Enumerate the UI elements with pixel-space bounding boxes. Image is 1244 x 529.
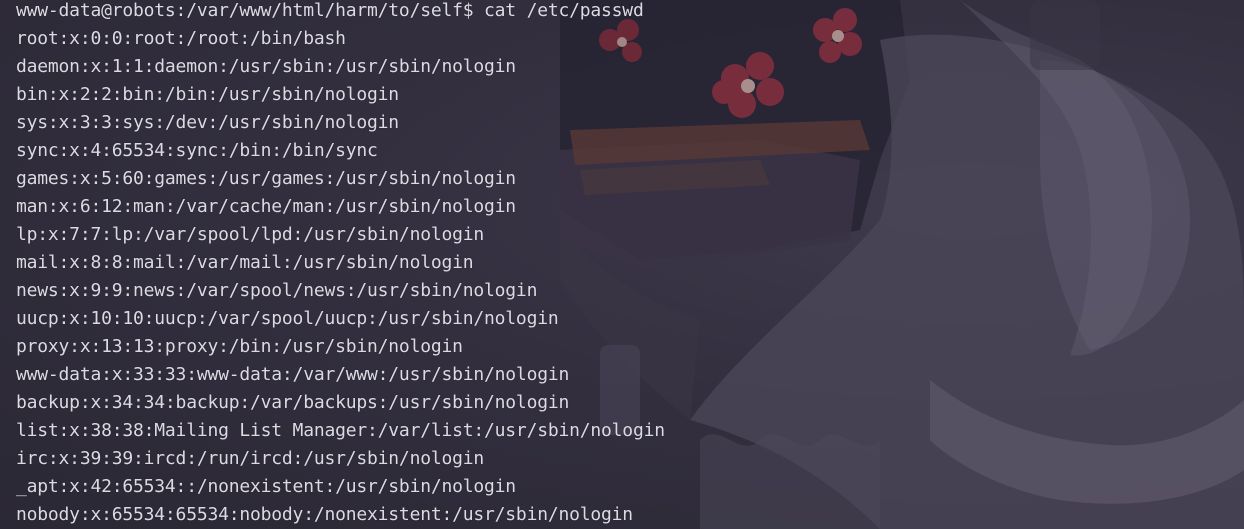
output-line: root:x:0:0:root:/root:/bin/bash [16, 28, 346, 49]
output-line: irc:x:39:39:ircd:/run/ircd:/usr/sbin/nol… [16, 448, 485, 469]
output-line: uucp:x:10:10:uucp:/var/spool/uucp:/usr/s… [16, 308, 559, 329]
output-line: man:x:6:12:man:/var/cache/man:/usr/sbin/… [16, 196, 516, 217]
output-line: sys:x:3:3:sys:/dev:/usr/sbin/nologin [16, 112, 399, 133]
output-line: bin:x:2:2:bin:/bin:/usr/sbin/nologin [16, 84, 399, 105]
output-line: list:x:38:38:Mailing List Manager:/var/l… [16, 420, 665, 441]
output-line: mail:x:8:8:mail:/var/mail:/usr/sbin/nolo… [16, 252, 474, 273]
terminal-window[interactable]: www-data@robots:/var/www/html/harm/to/se… [0, 0, 1244, 529]
output-line: lp:x:7:7:lp:/var/spool/lpd:/usr/sbin/nol… [16, 224, 485, 245]
command-line: www-data@robots:/var/www/html/harm/to/se… [16, 0, 1244, 25]
output-line: games:x:5:60:games:/usr/games:/usr/sbin/… [16, 168, 516, 189]
output-line: news:x:9:9:news:/var/spool/news:/usr/sbi… [16, 280, 538, 301]
output-line: daemon:x:1:1:daemon:/usr/sbin:/usr/sbin/… [16, 56, 516, 77]
output-line: sync:x:4:65534:sync:/bin:/bin/sync [16, 140, 378, 161]
output-line: nobody:x:65534:65534:nobody:/nonexistent… [16, 504, 633, 525]
shell-prompt: www-data@robots:/var/www/html/harm/to/se… [16, 0, 474, 21]
output-line: proxy:x:13:13:proxy:/bin:/usr/sbin/nolog… [16, 336, 463, 357]
shell-command: cat /etc/passwd [484, 0, 644, 21]
output-line: www-data:x:33:33:www-data:/var/www:/usr/… [16, 364, 570, 385]
output-line: backup:x:34:34:backup:/var/backups:/usr/… [16, 392, 570, 413]
output-line: _apt:x:42:65534::/nonexistent:/usr/sbin/… [16, 476, 516, 497]
